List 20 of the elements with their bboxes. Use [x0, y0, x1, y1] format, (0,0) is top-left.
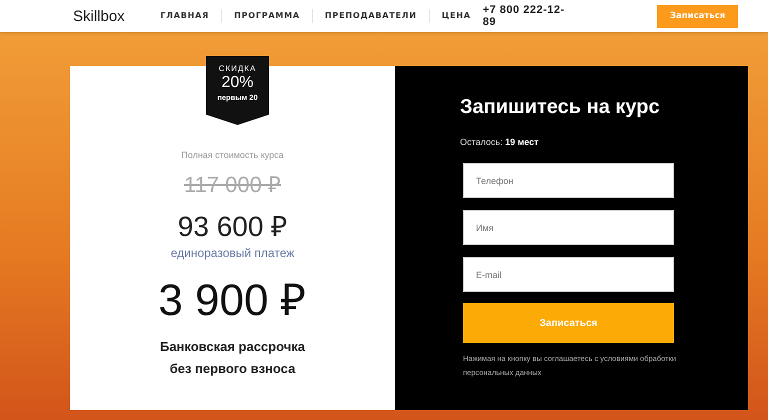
nav-link[interactable]: ГЛАВНАЯ — [160, 9, 222, 23]
price-note: единоразовый платеж — [170, 246, 294, 260]
logo[interactable]: Skillbox — [73, 8, 160, 24]
nav-link[interactable]: ЦЕНА — [428, 9, 483, 23]
form-title: Запишитесь на курс — [460, 96, 661, 119]
price: 93 600 ₽ — [178, 210, 288, 244]
input-field[interactable]: E-mail — [463, 257, 674, 292]
full-price-label: Полная стоимость курса — [181, 150, 284, 160]
nav-link[interactable]: ПРЕПОДАВАТЕЛИ — [312, 9, 429, 23]
nav-link[interactable]: ПРОГРАММА — [221, 9, 312, 23]
monthly-price: 3 900 ₽ — [158, 275, 307, 327]
badge-title: СКИДКА — [218, 64, 256, 73]
input-field[interactable]: Телефон — [463, 163, 674, 198]
installment-text: без первого взноса — [168, 360, 296, 378]
seats-remaining: Осталось: 19 мест — [460, 137, 540, 147]
installment-text: Банковская рассрочка — [160, 338, 305, 356]
phone-number: +7 800 222-12-89 — [482, 4, 566, 28]
badge-value: 20% — [221, 74, 254, 92]
input-field[interactable]: Имя — [463, 210, 674, 245]
old-price: 117 000 ₽ — [184, 171, 281, 198]
